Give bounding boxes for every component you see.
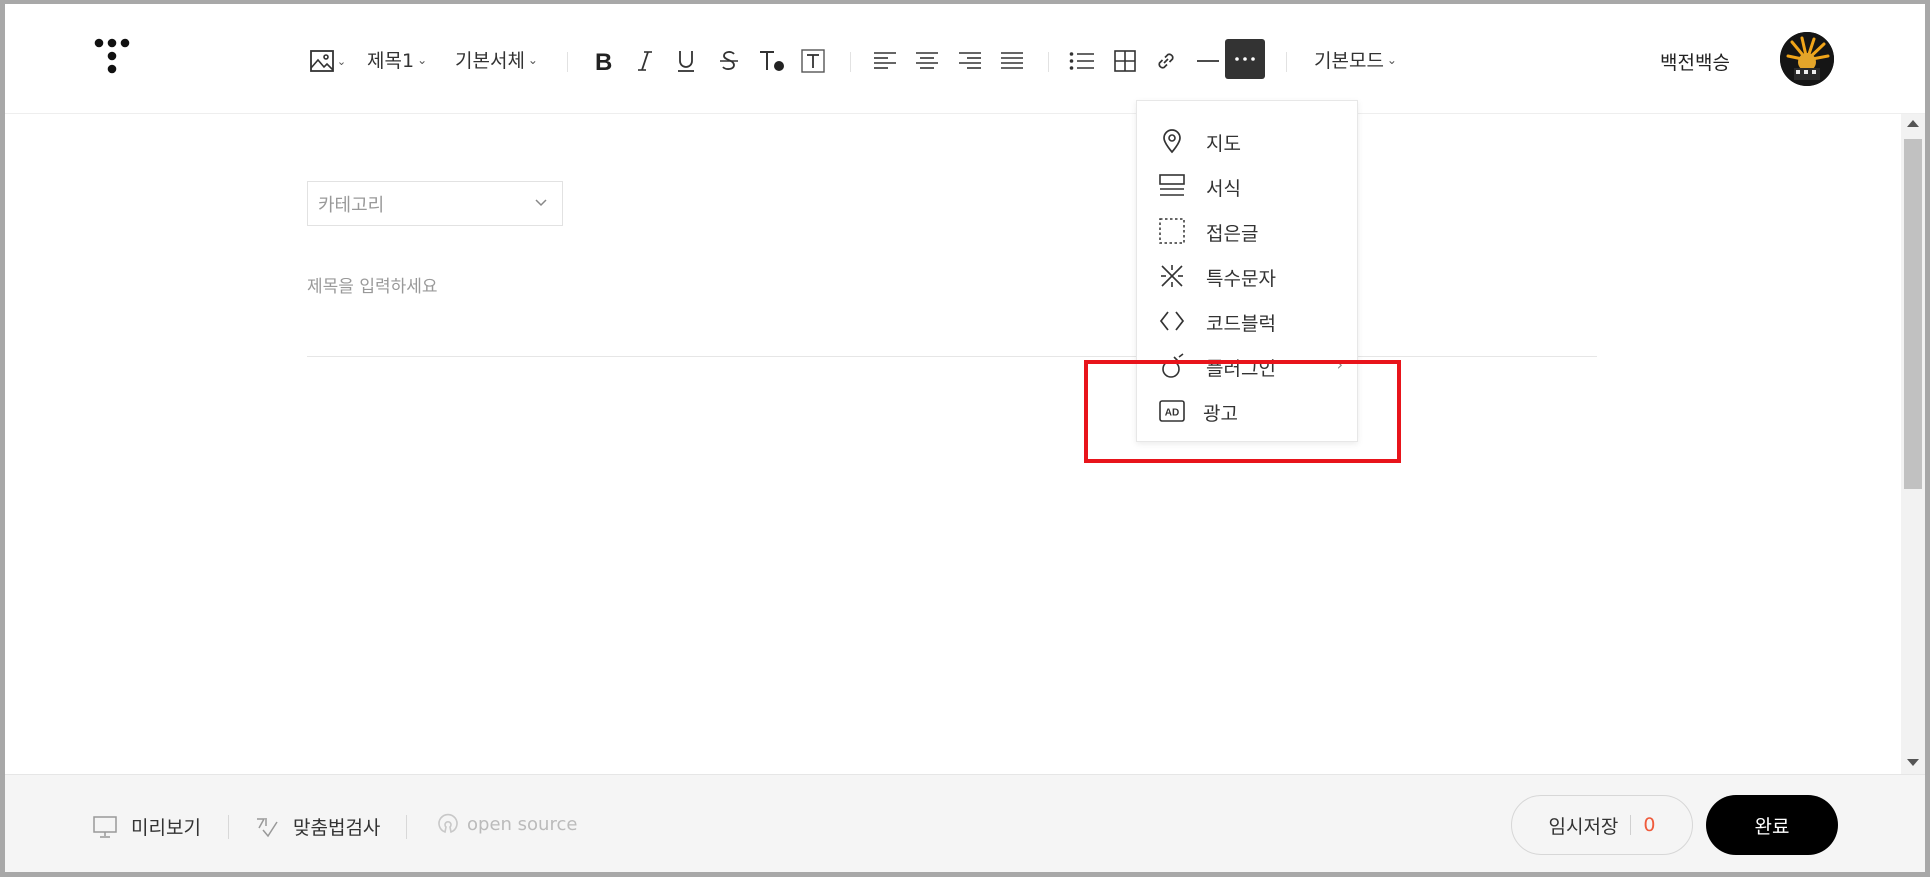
menu-item-label: 지도 xyxy=(1206,133,1241,155)
more-dots-icon xyxy=(1235,57,1255,61)
underline-icon xyxy=(678,51,694,72)
menu-item-label: 접은글 xyxy=(1206,223,1259,245)
heading-select[interactable]: 제목1 ⌄ xyxy=(367,46,427,73)
scroll-up-arrow-icon[interactable] xyxy=(1907,120,1919,127)
align-right-icon xyxy=(959,52,981,69)
preview-button[interactable]: 미리보기 xyxy=(93,813,201,840)
temp-save-button[interactable]: 임시저장 0 xyxy=(1511,795,1693,855)
link-icon xyxy=(1158,53,1174,69)
temp-save-label: 임시저장 xyxy=(1548,815,1619,838)
bold-button[interactable]: B xyxy=(591,48,617,74)
align-justify-button[interactable] xyxy=(999,48,1025,74)
category-placeholder: 카테고리 xyxy=(318,194,385,216)
table-icon xyxy=(1114,50,1136,72)
publish-button[interactable]: 완료 xyxy=(1706,795,1838,855)
annotation-highlight-box xyxy=(1084,360,1401,463)
title-underline xyxy=(307,356,1597,357)
image-icon xyxy=(309,50,334,72)
special-char-icon xyxy=(1161,265,1183,287)
underline-button[interactable] xyxy=(673,48,699,74)
map-pin-icon xyxy=(1163,129,1181,154)
vertical-scrollbar[interactable] xyxy=(1901,114,1925,774)
tistory-logo-icon[interactable] xyxy=(93,36,139,82)
menu-item-map[interactable]: 지도 xyxy=(1137,118,1357,163)
monitor-icon xyxy=(93,815,117,838)
italic-icon xyxy=(638,51,652,71)
editor-mode-select[interactable]: 기본모드 ⌄ xyxy=(1314,46,1397,73)
open-source-icon xyxy=(438,813,458,834)
text-color-icon xyxy=(760,51,784,71)
menu-item-label: 코드블럭 xyxy=(1206,313,1276,335)
fold-box-icon xyxy=(1159,218,1185,244)
open-source-label: open source xyxy=(467,813,578,835)
spellcheck-button[interactable]: 맞춤법검사 xyxy=(255,813,380,840)
align-justify-icon xyxy=(1001,52,1023,69)
bold-icon: B xyxy=(595,50,612,72)
footer-divider xyxy=(228,815,229,839)
chevron-down-icon: ⌄ xyxy=(527,52,538,67)
spellcheck-label: 맞춤법검사 xyxy=(293,817,381,839)
bullet-list-icon xyxy=(1069,52,1094,70)
menu-item-template[interactable]: 서식 xyxy=(1137,163,1357,208)
code-block-icon xyxy=(1159,311,1185,331)
editor-toolbar: ⌄ 제목1 ⌄ 기본서체 ⌄ B 기본모드 ⌄ 백전백승 xyxy=(5,4,1925,114)
toolbar-divider xyxy=(850,52,851,72)
editor-footer: 미리보기 맞춤법검사 open source 임시저장 0 완료 xyxy=(5,774,1925,872)
horizontal-line-button[interactable] xyxy=(1195,48,1221,74)
temp-save-divider xyxy=(1630,815,1632,835)
table-button[interactable] xyxy=(1112,48,1138,74)
menu-item-label: 특수문자 xyxy=(1206,268,1276,290)
menu-item-fold[interactable]: 접은글 xyxy=(1137,208,1357,253)
scroll-down-arrow-icon[interactable] xyxy=(1907,759,1919,766)
italic-button[interactable] xyxy=(632,48,658,74)
spellcheck-icon xyxy=(257,817,278,837)
align-center-button[interactable] xyxy=(914,48,940,74)
text-background-button[interactable] xyxy=(800,48,826,74)
avatar[interactable] xyxy=(1780,32,1834,86)
align-right-button[interactable] xyxy=(957,48,983,74)
mode-label: 기본모드 xyxy=(1314,50,1384,72)
font-select[interactable]: 기본서체 ⌄ xyxy=(455,46,538,73)
text-background-icon xyxy=(801,49,825,73)
footer-divider xyxy=(406,815,407,839)
text-color-button[interactable] xyxy=(757,48,787,74)
align-left-icon xyxy=(874,52,896,69)
strikethrough-icon xyxy=(720,51,738,70)
insert-image-button[interactable]: ⌄ xyxy=(307,48,349,74)
chevron-down-icon: ⌄ xyxy=(336,54,347,68)
chevron-down-icon: ⌄ xyxy=(1386,52,1397,67)
menu-item-code-block[interactable]: 코드블럭 xyxy=(1137,298,1357,343)
editor-window: ⌄ 제목1 ⌄ 기본서체 ⌄ B 기본모드 ⌄ 백전백승 카테고리 제목을 입력… xyxy=(5,4,1925,872)
toolbar-divider xyxy=(567,52,568,72)
category-select[interactable]: 카테고리 xyxy=(307,181,563,226)
temp-save-count: 0 xyxy=(1643,814,1656,836)
link-button[interactable] xyxy=(1153,48,1179,74)
scroll-thumb[interactable] xyxy=(1904,139,1922,489)
align-left-button[interactable] xyxy=(872,48,898,74)
horizontal-line-icon xyxy=(1197,60,1219,62)
strikethrough-button[interactable] xyxy=(716,48,742,74)
chevron-down-icon: ⌄ xyxy=(417,52,428,67)
more-options-button[interactable] xyxy=(1225,39,1265,79)
user-name[interactable]: 백전백승 xyxy=(1660,48,1730,75)
menu-item-label: 서식 xyxy=(1206,178,1241,200)
font-label: 기본서체 xyxy=(455,50,525,72)
template-icon xyxy=(1159,174,1185,196)
toolbar-divider xyxy=(1048,52,1049,72)
preview-label: 미리보기 xyxy=(131,817,201,839)
svg-text:B: B xyxy=(595,50,612,72)
toolbar-divider xyxy=(1286,52,1287,72)
list-button[interactable] xyxy=(1069,48,1095,74)
menu-item-special-char[interactable]: 특수문자 xyxy=(1137,253,1357,298)
align-center-icon xyxy=(916,52,938,69)
chevron-down-icon xyxy=(535,199,547,207)
open-source-link[interactable]: open source xyxy=(437,813,577,835)
heading-label: 제목1 xyxy=(367,50,415,72)
title-input[interactable]: 제목을 입력하세요 xyxy=(307,272,438,297)
